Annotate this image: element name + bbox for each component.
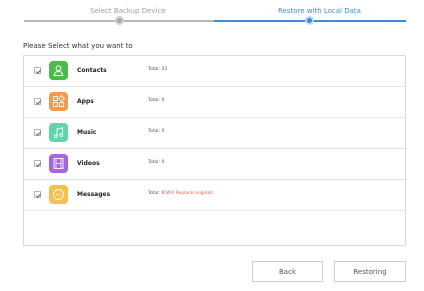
list-item-contacts[interactable]: Contacts Total: 33 xyxy=(24,56,405,87)
list-item-apps[interactable]: Apps Total: 0 xyxy=(24,87,405,118)
item-total: Total: 0 xyxy=(148,129,165,134)
select-prompt: Please Select what you want to xyxy=(23,42,133,50)
step-select-backup-device-label: Select Backup Device xyxy=(90,7,166,15)
back-button[interactable]: Back xyxy=(252,261,323,282)
item-name: Videos xyxy=(77,160,100,167)
contacts-icon xyxy=(49,61,68,80)
item-name: Apps xyxy=(77,98,94,105)
item-name: Contacts xyxy=(77,67,107,74)
restoring-button[interactable]: Restoring xyxy=(334,261,406,282)
videos-checkbox[interactable] xyxy=(34,160,42,167)
replace-warning: (Will Replace original) xyxy=(164,191,214,196)
apps-icon xyxy=(49,92,68,111)
check-icon xyxy=(35,162,42,167)
contacts-checkbox[interactable] xyxy=(34,67,42,74)
apps-checkbox[interactable] xyxy=(34,98,42,105)
item-name: Messages xyxy=(77,191,111,198)
item-total: Total: 0 xyxy=(148,160,165,165)
list-item-videos[interactable]: Videos Total: 0 xyxy=(24,149,405,180)
messages-icon xyxy=(49,185,68,204)
check-icon xyxy=(35,100,42,105)
step-restore-local-data-label: Restore with Local Data xyxy=(278,7,361,15)
item-total: Total: 33 xyxy=(148,67,168,72)
list-item-messages[interactable]: Messages Total: 0(Will Replace original) xyxy=(24,180,405,211)
step-1-dot xyxy=(115,16,124,25)
videos-icon xyxy=(49,154,68,173)
check-icon xyxy=(35,131,42,136)
item-total: Total: 0(Will Replace original) xyxy=(148,191,214,196)
check-icon xyxy=(35,69,42,74)
messages-checkbox[interactable] xyxy=(34,191,42,198)
stepper: Select Backup Device Restore with Local … xyxy=(0,0,424,30)
item-total: Total: 0 xyxy=(148,98,165,103)
music-checkbox[interactable] xyxy=(34,129,42,136)
step-2-dot xyxy=(305,16,314,25)
restore-items-list: Contacts Total: 33 Apps Total: 0 Music T… xyxy=(23,55,406,246)
check-icon xyxy=(35,193,42,198)
music-icon xyxy=(49,123,68,142)
list-item-music[interactable]: Music Total: 0 xyxy=(24,118,405,149)
item-name: Music xyxy=(77,129,97,136)
